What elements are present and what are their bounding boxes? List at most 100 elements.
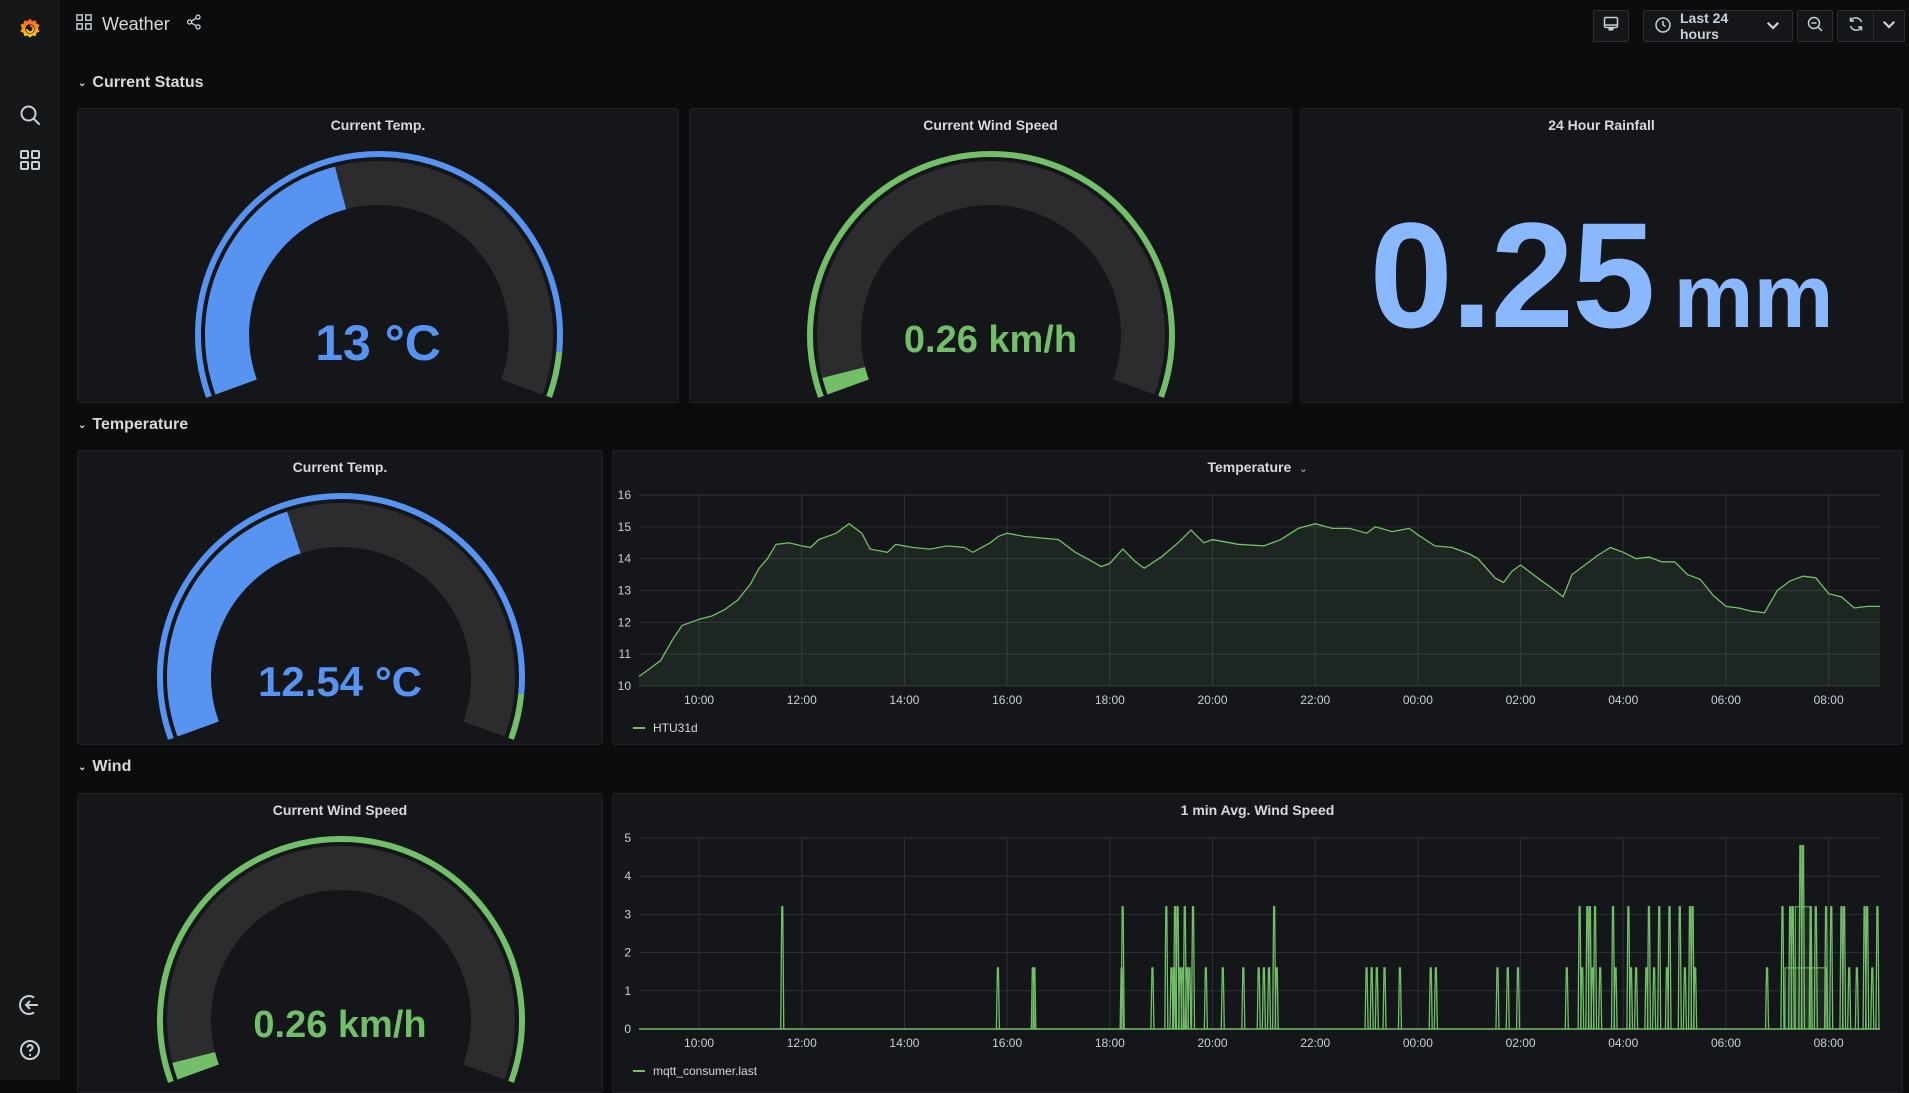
x-tick-label: 22:00 xyxy=(1300,1036,1330,1050)
series-spike xyxy=(1221,968,1224,1029)
help-icon[interactable] xyxy=(18,1038,42,1062)
series-spike xyxy=(1629,968,1632,1029)
x-tick-label: 00:00 xyxy=(1403,693,1433,707)
series-sustained-block xyxy=(1795,907,1810,1029)
y-tick-label: 0 xyxy=(624,1022,631,1036)
series-spike xyxy=(1496,968,1499,1029)
monitor-icon xyxy=(1602,15,1620,38)
gauge-fill xyxy=(194,1057,198,1071)
row-title: Wind xyxy=(92,758,131,776)
x-tick-label: 16:00 xyxy=(992,1036,1022,1050)
x-tick-label: 08:00 xyxy=(1814,693,1844,707)
wind-chart-panel[interactable]: 1 min Avg. Wind Speed 01234510:0012:0014… xyxy=(612,793,1903,1093)
legend-swatch xyxy=(633,1070,645,1072)
chevron-down-icon xyxy=(1764,16,1782,37)
y-tick-label: 2 xyxy=(624,946,631,960)
series-spike xyxy=(1766,968,1769,1029)
series-spike xyxy=(1565,968,1568,1029)
series-spike xyxy=(1581,968,1584,1029)
series-spike xyxy=(1398,968,1401,1029)
series-spike xyxy=(1204,968,1207,1029)
y-tick-label: 16 xyxy=(618,488,632,502)
tv-mode-button[interactable] xyxy=(1593,10,1629,42)
x-tick-label: 14:00 xyxy=(889,693,919,707)
series-spike xyxy=(1614,968,1617,1029)
time-range-label: Last 24 hours xyxy=(1680,10,1746,42)
series-spike xyxy=(1257,968,1260,1029)
series-spike xyxy=(1653,968,1656,1029)
x-tick-label: 08:00 xyxy=(1814,1036,1844,1050)
dashboards-grid-icon[interactable] xyxy=(18,148,42,172)
series-spike xyxy=(996,968,999,1029)
y-tick-label: 12 xyxy=(618,615,632,629)
rainfall-stat-panel[interactable]: 24 Hour Rainfall 0.25mm xyxy=(1300,108,1903,403)
series-spike xyxy=(1876,907,1879,1029)
x-tick-label: 14:00 xyxy=(889,1036,919,1050)
time-range-picker[interactable]: Last 24 hours xyxy=(1643,10,1793,42)
legend-swatch xyxy=(633,727,645,729)
series-spike xyxy=(1262,968,1265,1029)
legend-item[interactable]: mqtt_consumer.last xyxy=(633,1064,757,1078)
series-spike xyxy=(1694,968,1697,1029)
clock-icon xyxy=(1654,16,1672,37)
legend-label: mqtt_consumer.last xyxy=(653,1064,757,1078)
series-spike xyxy=(1242,968,1245,1029)
series-spike xyxy=(1383,968,1386,1029)
x-tick-label: 06:00 xyxy=(1711,693,1741,707)
stat-number: 0.25 xyxy=(1369,191,1653,359)
series-spike xyxy=(1678,907,1681,1029)
gauge-value: 0.26 km/h xyxy=(690,319,1291,362)
x-tick-label: 04:00 xyxy=(1608,693,1638,707)
sidebar xyxy=(0,0,61,1080)
series-spike xyxy=(1683,968,1686,1029)
series-spike xyxy=(1871,968,1874,1029)
series-spike xyxy=(781,907,784,1029)
y-tick-label: 3 xyxy=(624,907,631,921)
row-title: Current Status xyxy=(92,74,203,92)
series-spike xyxy=(1151,968,1154,1029)
x-tick-label: 00:00 xyxy=(1403,1036,1433,1050)
series-spike xyxy=(1599,968,1602,1029)
dashboard-title[interactable]: Weather xyxy=(102,14,170,35)
series-spike xyxy=(1429,968,1432,1029)
y-tick-label: 10 xyxy=(618,679,632,693)
gauge-value: 13 °C xyxy=(78,314,678,372)
y-tick-label: 13 xyxy=(618,584,632,598)
row-header-wind[interactable]: ⌄ Wind xyxy=(78,758,131,776)
y-tick-label: 11 xyxy=(619,647,632,661)
refresh-interval-dropdown[interactable] xyxy=(1873,10,1905,42)
search-icon[interactable] xyxy=(18,103,42,127)
row-header-current-status[interactable]: ⌄ Current Status xyxy=(78,74,204,92)
sign-in-icon[interactable] xyxy=(18,993,42,1017)
gauge-fill xyxy=(844,372,848,386)
series-spike xyxy=(1365,968,1368,1029)
legend-item[interactable]: HTU31d xyxy=(633,721,698,735)
series-spike xyxy=(1843,907,1846,1029)
zoom-out-button[interactable] xyxy=(1797,10,1833,42)
x-tick-label: 02:00 xyxy=(1506,693,1536,707)
gauge-value: 12.54 °C xyxy=(78,658,602,706)
y-tick-label: 14 xyxy=(618,552,632,566)
wind-gauge-panel[interactable]: Current Wind Speed 0.26 km/h xyxy=(77,793,603,1093)
share-icon[interactable] xyxy=(186,14,202,35)
series-spike xyxy=(1866,907,1869,1029)
gauge-value: 0.26 km/h xyxy=(78,1004,602,1047)
panel-title: 24 Hour Rainfall xyxy=(1301,117,1902,133)
temp-gauge-panel[interactable]: Current Temp. 12.54 °C xyxy=(77,450,603,745)
grafana-logo-icon[interactable] xyxy=(15,14,45,44)
refresh-button[interactable] xyxy=(1837,10,1873,42)
series-spike xyxy=(1668,907,1671,1029)
current-temp-gauge-panel[interactable]: Current Temp. 13 °C xyxy=(77,108,679,403)
temperature-chart-panel[interactable]: Temperature ⌄ 1011121314151610:0012:0014… xyxy=(612,450,1903,745)
x-tick-label: 18:00 xyxy=(1095,1036,1125,1050)
series-spike xyxy=(1594,907,1597,1029)
x-tick-label: 12:00 xyxy=(787,693,817,707)
series-spike xyxy=(1192,907,1195,1029)
legend-label: HTU31d xyxy=(653,721,698,735)
row-header-temperature[interactable]: ⌄ Temperature xyxy=(78,416,188,434)
x-tick-label: 02:00 xyxy=(1506,1036,1536,1050)
x-tick-label: 10:00 xyxy=(684,693,714,707)
chevron-down-icon: ⌄ xyxy=(78,78,86,89)
top-bar: Weather Last 24 hours xyxy=(60,0,1909,52)
current-wind-gauge-panel[interactable]: Current Wind Speed 0.26 km/h xyxy=(689,108,1292,403)
